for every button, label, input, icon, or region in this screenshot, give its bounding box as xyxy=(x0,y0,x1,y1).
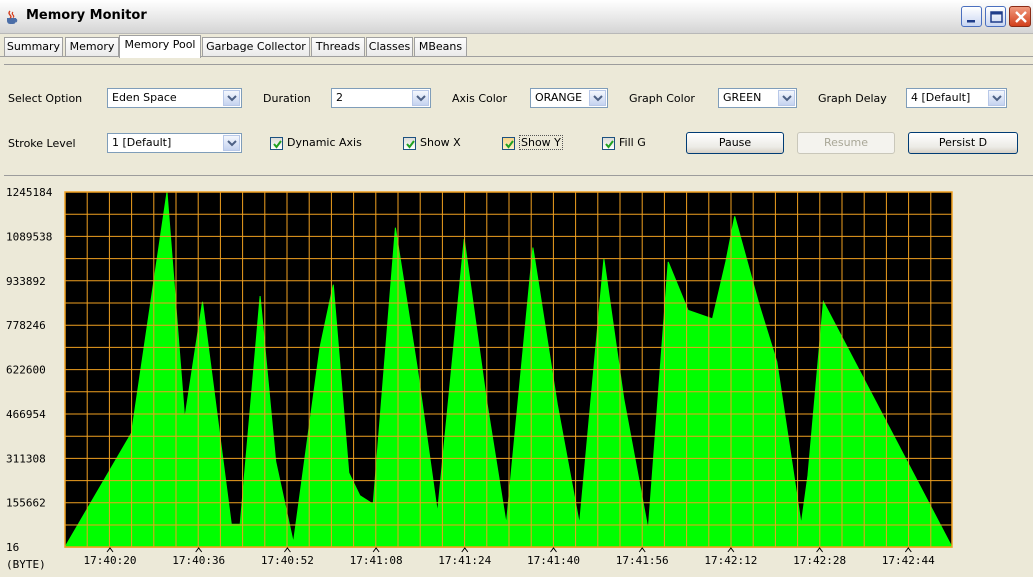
maximize-icon xyxy=(990,11,1003,23)
memory-chart-svg: 1245184 1089538 933892 778246 622600 466954 31… xyxy=(6,186,953,571)
y-axis-unit-label: (BYTE) xyxy=(6,558,46,571)
maximize-button[interactable] xyxy=(985,6,1006,27)
chevron-down-icon xyxy=(412,90,429,106)
show-x-label: Show X xyxy=(420,136,461,149)
x-tick-mark xyxy=(904,547,912,553)
axis-color-value: ORANGE xyxy=(535,91,583,104)
resume-button[interactable]: Resume xyxy=(797,132,895,154)
checkbox-checked-icon xyxy=(502,137,515,150)
stroke-level-label: Stroke Level xyxy=(8,137,76,150)
x-tick-label: 17:41:24 xyxy=(438,554,491,567)
chevron-down-icon xyxy=(988,90,1005,106)
duration-value: 2 xyxy=(336,91,343,104)
stroke-level-dropdown[interactable]: 1 [Default] xyxy=(107,133,242,153)
y-tick-label: 1245184 xyxy=(6,186,53,199)
graph-delay-dropdown[interactable]: 4 [Default] xyxy=(906,88,1007,108)
java-cup-icon xyxy=(7,10,18,24)
close-icon xyxy=(1015,11,1027,23)
show-x-checkbox[interactable]: Show X xyxy=(403,136,473,152)
y-tick-label: 933892 xyxy=(6,275,46,288)
x-tick-label: 17:41:56 xyxy=(616,554,669,567)
controls-area xyxy=(4,64,1033,176)
select-option-label: Select Option xyxy=(8,92,83,105)
x-tick-label: 17:42:12 xyxy=(704,554,757,567)
close-button[interactable] xyxy=(1009,6,1031,27)
dynamic-axis-checkbox[interactable]: Dynamic Axis xyxy=(270,136,370,152)
x-tick-mark xyxy=(461,547,469,553)
tab-classes[interactable]: Classes xyxy=(366,37,413,57)
x-tick-label: 17:40:36 xyxy=(172,554,225,567)
show-y-label: Show Y xyxy=(519,135,563,150)
chevron-down-icon xyxy=(223,90,240,106)
minimize-icon xyxy=(967,20,975,23)
pause-button[interactable]: Pause xyxy=(686,132,784,154)
tab-memory-pool[interactable]: Memory Pool xyxy=(119,35,201,58)
x-tick-mark xyxy=(284,547,291,553)
x-tick-label: 17:42:44 xyxy=(882,554,935,567)
y-tick-label: 311308 xyxy=(6,452,46,465)
x-tick-label: 17:41:08 xyxy=(350,554,403,567)
tab-memory[interactable]: Memory xyxy=(65,37,119,57)
y-tick-label: 778246 xyxy=(6,319,46,332)
y-tick-label: 155662 xyxy=(6,497,46,510)
graph-color-value: GREEN xyxy=(723,91,762,104)
tab-threads[interactable]: Threads xyxy=(311,37,365,57)
select-option-value: Eden Space xyxy=(112,91,177,104)
tab-mbeans[interactable]: MBeans xyxy=(414,37,467,57)
persist-button[interactable]: Persist D xyxy=(908,132,1018,154)
x-tick-mark xyxy=(106,547,114,553)
dynamic-axis-label: Dynamic Axis xyxy=(287,136,362,149)
title-bar: Memory Monitor xyxy=(0,0,1033,34)
memory-chart: 1245184 1089538 933892 778246 622600 466954 31… xyxy=(0,180,1033,577)
tab-summary[interactable]: Summary xyxy=(4,37,63,57)
graph-color-dropdown[interactable]: GREEN xyxy=(718,88,797,108)
x-tick-mark xyxy=(550,547,557,553)
x-tick-mark xyxy=(195,547,203,553)
minimize-button[interactable] xyxy=(961,6,982,27)
chevron-down-icon xyxy=(223,135,240,151)
x-tick-mark xyxy=(816,547,823,553)
y-tick-label: 622600 xyxy=(6,364,46,377)
y-tick-label: 16 xyxy=(6,541,19,554)
select-option-dropdown[interactable]: Eden Space xyxy=(107,88,242,108)
stroke-level-value: 1 [Default] xyxy=(112,136,172,149)
window-title: Memory Monitor xyxy=(26,8,147,23)
graph-delay-value: 4 [Default] xyxy=(911,91,971,104)
x-tick-mark xyxy=(638,547,646,553)
show-y-checkbox[interactable]: Show Y xyxy=(502,135,572,152)
x-tick-mark xyxy=(372,547,380,553)
graph-color-label: Graph Color xyxy=(629,92,695,105)
y-tick-label: 466954 xyxy=(6,408,46,421)
checkbox-checked-icon xyxy=(270,137,283,150)
axis-color-label: Axis Color xyxy=(452,92,508,105)
x-tick-label: 17:42:28 xyxy=(793,554,846,567)
chevron-down-icon xyxy=(589,90,606,106)
chevron-down-icon xyxy=(778,90,795,106)
checkbox-checked-icon xyxy=(602,137,615,150)
duration-dropdown[interactable]: 2 xyxy=(331,88,431,108)
checkbox-checked-icon xyxy=(403,137,416,150)
fill-g-checkbox[interactable]: Fill G xyxy=(602,136,662,152)
x-tick-label: 17:40:52 xyxy=(261,554,314,567)
x-tick-mark xyxy=(727,547,735,553)
axis-color-dropdown[interactable]: ORANGE xyxy=(530,88,608,108)
tab-garbage-collector[interactable]: Garbage Collector xyxy=(202,37,310,57)
y-tick-label: 1089538 xyxy=(6,230,52,243)
x-tick-label: 17:41:40 xyxy=(527,554,580,567)
x-tick-label: 17:40:20 xyxy=(84,554,137,567)
duration-label: Duration xyxy=(263,92,311,105)
fill-g-label: Fill G xyxy=(619,136,646,149)
graph-delay-label: Graph Delay xyxy=(818,92,887,105)
